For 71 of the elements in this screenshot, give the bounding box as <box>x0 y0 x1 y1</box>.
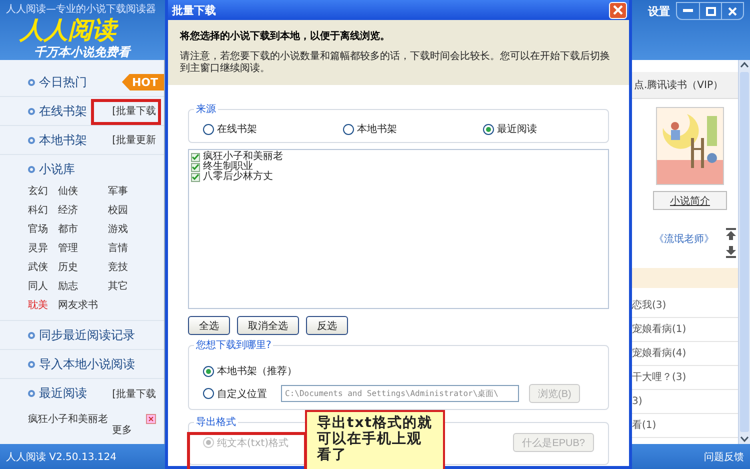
maximize-icon <box>706 6 716 16</box>
sidebar-link[interactable]: 今日热门 <box>28 74 87 90</box>
genre-link[interactable]: 同人 <box>28 279 48 293</box>
arrow-down-icon[interactable] <box>726 246 736 258</box>
notice-text: 请注意，若您要下载的小说数量和篇幅都较多的话，下载时间会比较长。您可以在开始下载后切换到主窗口继续阅读。 <box>180 51 611 75</box>
app-title: 人人阅读—专业的小说下载阅读器 <box>6 2 157 16</box>
recent-book-link[interactable]: 疯狂小子和美丽老 <box>28 412 108 426</box>
slogan: 千万本小说免费看 <box>34 44 132 61</box>
batch-link[interactable]: [批量更新 <box>112 133 156 147</box>
scrollbar[interactable] <box>738 60 750 444</box>
minimize-icon <box>683 9 693 13</box>
genre-link[interactable]: 都市 <box>58 222 98 236</box>
genre-link[interactable]: 武侠 <box>28 260 48 274</box>
genre-link[interactable]: 言情 <box>108 241 128 255</box>
book-link[interactable]: 《流氓老师》 <box>654 232 714 246</box>
intro-button[interactable]: 小说简介 <box>653 191 727 210</box>
sidebar-link[interactable]: 导入本地小说阅读 <box>28 356 135 372</box>
close-icon <box>613 5 623 15</box>
genre-link[interactable]: 游戏 <box>108 222 128 236</box>
settings-link[interactable]: 设置 <box>648 4 670 19</box>
group-label: 导出格式 <box>194 415 238 429</box>
radio-option[interactable]: 本地书架（推荐） <box>203 364 297 378</box>
genre-link[interactable]: 管理 <box>58 241 98 255</box>
sidebar-link[interactable]: 同步最近阅读记录 <box>28 326 135 344</box>
select-button[interactable]: 取消全选 <box>237 316 299 335</box>
version-label: 人人阅读 V2.50.13.124 <box>6 450 116 464</box>
genre-link[interactable]: 耽美 <box>28 298 48 312</box>
dialog-title: 批量下载 <box>172 2 216 18</box>
batch-link[interactable]: [批量下载 <box>112 104 156 118</box>
callout-note: 导出txt格式的就可以在手机上观看了 <box>305 410 445 469</box>
radio-option[interactable]: 在线书架 <box>203 122 343 136</box>
scroll-up-icon[interactable] <box>739 60 750 70</box>
genre-link[interactable]: 军事 <box>108 184 128 198</box>
book-checkbox[interactable]: 终生制职业 <box>191 162 606 172</box>
path-field[interactable]: C:\Documents and Settings\Administrator\桌面\ <box>281 385 519 402</box>
book-checkbox[interactable]: 八零后少林方丈 <box>191 172 606 182</box>
hot-badge: HOT <box>122 74 164 90</box>
intro-text: 将您选择的小说下载到本地，以便于离线浏览。 <box>180 29 391 43</box>
genre-link[interactable]: 校园 <box>108 203 128 217</box>
genre-link[interactable]: 灵异 <box>28 241 48 255</box>
radio-option[interactable]: 自定义位置 <box>203 386 271 400</box>
batch-link[interactable]: [批量下载 <box>112 386 156 400</box>
remove-icon[interactable] <box>146 414 156 424</box>
close-icon <box>728 6 737 16</box>
genre-link[interactable]: 竞技 <box>108 260 128 274</box>
radio-option[interactable]: 本地书架 <box>343 122 483 136</box>
arrow-up-icon[interactable] <box>726 228 736 240</box>
logo: 人人阅读 <box>20 16 159 44</box>
scroll-down-icon[interactable] <box>739 434 750 444</box>
genre-link[interactable]: 玄幻 <box>28 184 48 198</box>
group-label: 您想下载到哪里? <box>194 338 274 352</box>
book-checkbox[interactable]: 疯狂小子和美丽老 <box>191 152 606 162</box>
select-button[interactable]: 全选 <box>188 316 230 335</box>
genre-link[interactable]: 经济 <box>58 203 98 217</box>
group-label: 来源 <box>194 102 218 116</box>
sidebar-link[interactable]: 在线书架 <box>28 102 87 120</box>
more-link[interactable]: 更多 <box>112 426 164 436</box>
sidebar-link[interactable]: 最近阅读 <box>28 385 87 402</box>
genre-link[interactable]: 网友求书 <box>58 298 98 312</box>
radio-option[interactable]: 最近阅读 <box>483 122 537 136</box>
genre-link[interactable]: 官场 <box>28 222 48 236</box>
genre-link[interactable]: 科幻 <box>28 203 48 217</box>
genre-link[interactable]: 其它 <box>108 279 128 293</box>
genre-link[interactable]: 励志 <box>58 279 98 293</box>
section-heading: 点.腾讯读书（VIP） <box>632 72 738 99</box>
feedback-link[interactable]: 问题反馈 <box>704 450 744 464</box>
sidebar-link[interactable]: 本地书架 <box>28 132 87 148</box>
genre-link[interactable]: 仙侠 <box>58 184 98 198</box>
select-button[interactable]: 反选 <box>306 316 348 335</box>
sidebar-link[interactable]: 小说库 <box>28 161 164 178</box>
genre-link[interactable]: 历史 <box>58 260 98 274</box>
